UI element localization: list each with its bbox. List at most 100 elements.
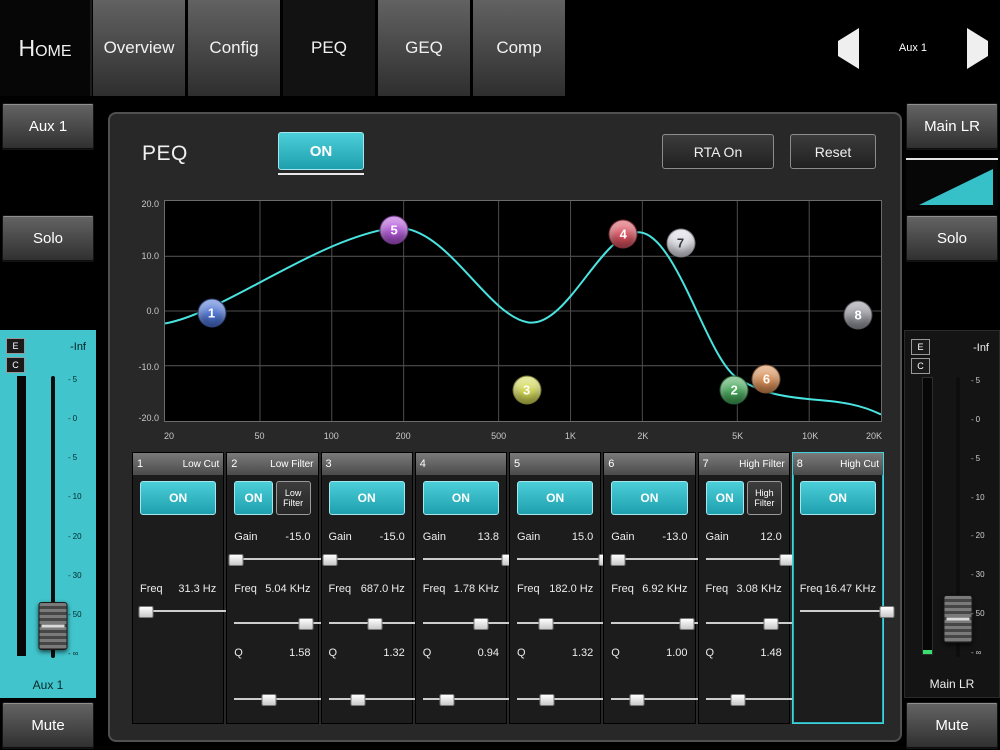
eq-badge[interactable]: E [6,338,25,354]
slider-track [234,698,325,700]
rta-on-button[interactable]: RTA On [662,134,774,169]
eq-point-7[interactable]: 7 [666,228,696,258]
slider-handle[interactable] [473,618,489,630]
peq-band-7[interactable]: 7 High Filter ON High Filter Gain 12.0 F… [697,452,796,724]
peq-band-8[interactable]: 8 High Cut ON Freq 16.47 KHz [791,452,895,724]
slider-handle[interactable] [298,618,314,630]
gain-slider[interactable] [517,553,614,566]
band-on-button[interactable]: ON [705,481,745,515]
main-lr-select-button[interactable]: Main LR [906,103,998,150]
axis-label: 10.0 [141,250,159,261]
tab-overview[interactable]: Overview [93,0,185,96]
slider-handle[interactable] [322,554,338,566]
peq-band-2[interactable]: 2 Low Filter ON Low Filter Gain -15.0 Fr… [226,452,325,724]
peq-band-3[interactable]: 3 ON Gain -15.0 Freq 687.0 Hz Q 1.32 [320,452,419,724]
freq-slider[interactable] [328,617,419,630]
band-on-button[interactable]: ON [517,481,594,515]
q-slider[interactable] [705,693,796,706]
q-slider[interactable] [234,693,325,706]
fader-handle[interactable] [38,601,68,650]
peq-band-1[interactable]: 1 Low Cut ON Freq 31.3 Hz [132,452,231,724]
axis-label: 10K [802,431,819,441]
slider-handle[interactable] [539,694,555,706]
eq-point-2[interactable]: 2 [719,375,749,405]
solo-button[interactable]: Solo [906,215,998,262]
mute-button[interactable]: Mute [2,702,94,749]
scale-mark: 5 [971,454,997,463]
slider-handle[interactable] [610,554,626,566]
tab-geq[interactable]: GEQ [378,0,470,96]
slider-track [328,558,419,560]
slider-handle[interactable] [261,694,277,706]
slider-handle[interactable] [439,694,455,706]
gain-slider[interactable] [705,553,796,566]
low-filter-button[interactable]: Low Filter [275,481,311,515]
band-on-button[interactable]: ON [328,481,405,515]
eq-curve-area[interactable]: 1 2 3 4 5 6 7 8 [164,200,882,422]
slider-handle[interactable] [879,606,895,618]
slider-track [422,622,513,624]
tab-config[interactable]: Config [188,0,280,96]
comp-badge[interactable]: C [6,357,25,373]
gain-value: -15.0 [379,531,405,543]
band-on-button[interactable]: ON [140,481,217,515]
freq-slider[interactable] [422,617,513,630]
freq-slider[interactable] [705,617,796,630]
slider-handle[interactable] [367,618,383,630]
slider-handle[interactable] [763,618,779,630]
eq-point-4[interactable]: 4 [608,219,638,249]
slider-handle[interactable] [730,694,746,706]
comp-badge[interactable]: C [911,358,930,374]
gain-slider[interactable] [610,553,702,566]
freq-slider[interactable] [138,605,231,618]
eq-point-6[interactable]: 6 [751,364,781,394]
solo-button[interactable]: Solo [2,215,94,262]
gain-value: -13.0 [662,531,688,543]
eq-point-8[interactable]: 8 [843,300,873,330]
band-on-button[interactable]: ON [422,481,499,515]
slider-handle[interactable] [350,694,366,706]
slider-handle[interactable] [138,606,154,618]
freq-slider[interactable] [799,605,895,618]
freq-slider[interactable] [517,617,608,630]
gain-slider[interactable] [422,553,517,566]
mute-button[interactable]: Mute [906,702,998,749]
channel-fader[interactable] [36,376,70,658]
band-on-button[interactable]: ON [799,481,876,515]
q-slider[interactable] [611,693,702,706]
slider-handle[interactable] [538,618,554,630]
slider-handle[interactable] [629,694,645,706]
peq-band-5[interactable]: 5 ON Gain 15.0 Freq 182.0 Hz Q 1.32 [509,452,614,724]
q-value: 1.32 [383,647,405,659]
peq-on-button[interactable]: ON [278,132,364,170]
q-slider[interactable] [517,693,608,706]
level-meter [17,376,26,656]
slider-track [799,610,890,612]
band-on-button[interactable]: ON [611,481,688,515]
slider-handle[interactable] [228,554,244,566]
eq-point-5[interactable]: 5 [379,215,409,245]
axis-label: 20.0 [141,199,159,210]
tab-peq[interactable]: PEQ [283,0,375,96]
channel-select-button[interactable]: Aux 1 [2,103,94,150]
band-on-button[interactable]: ON [234,481,273,515]
gain-slider[interactable] [228,553,325,566]
slider-handle[interactable] [679,618,695,630]
gain-slider[interactable] [322,553,419,566]
prev-channel-button[interactable] [838,27,859,69]
high-filter-button[interactable]: High Filter [747,481,782,515]
peq-band-4[interactable]: 4 ON Gain 13.8 Freq 1.78 KHz Q 0.94 [414,452,517,724]
eq-badge[interactable]: E [911,339,930,355]
fader-handle[interactable] [943,595,973,644]
left-arrow-icon [838,27,859,69]
q-slider[interactable] [328,693,419,706]
main-fader[interactable] [941,377,975,657]
eq-point-1[interactable]: 1 [197,298,227,328]
reset-button[interactable]: Reset [790,134,876,169]
q-slider[interactable] [422,693,513,706]
freq-slider[interactable] [234,617,325,630]
peq-band-6[interactable]: 6 ON Gain -13.0 Freq 6.92 KHz Q 1.00 [603,452,702,724]
eq-point-3[interactable]: 3 [512,375,542,405]
freq-slider[interactable] [611,617,702,630]
tab-comp[interactable]: Comp [473,0,565,96]
